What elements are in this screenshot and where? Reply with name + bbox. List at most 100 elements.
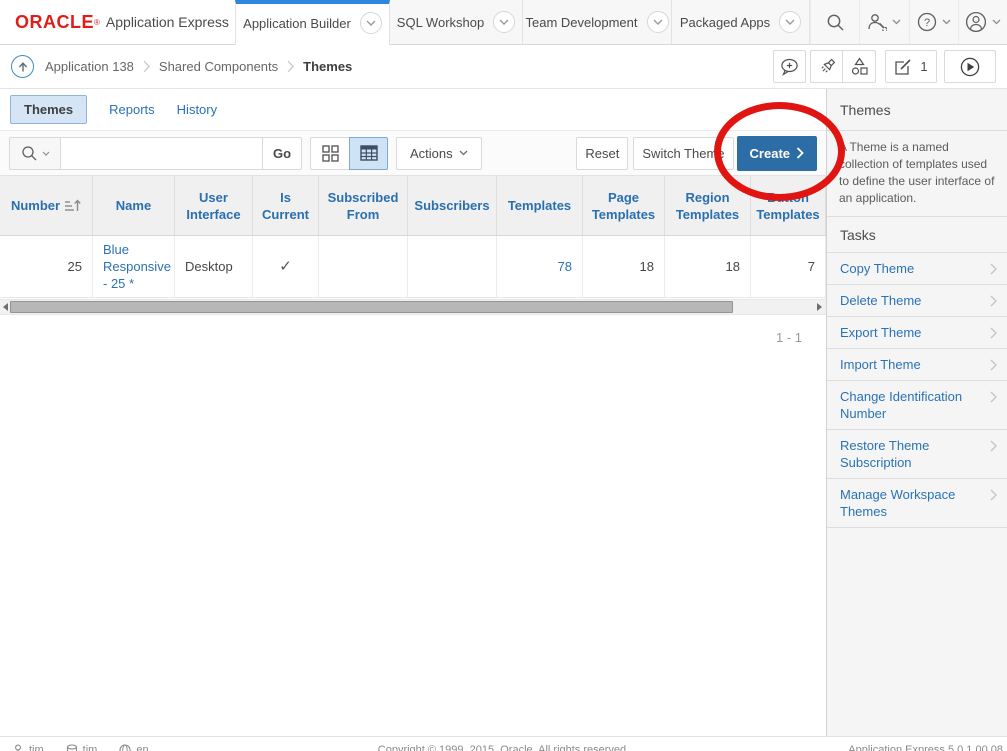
chevron-down-icon[interactable] [647, 11, 669, 33]
search-button[interactable] [810, 0, 859, 44]
help-menu[interactable]: ? [909, 0, 958, 44]
cell-page-templates: 18 [583, 236, 665, 297]
search-input[interactable] [61, 137, 263, 170]
cell-is-current: ✓ [253, 236, 319, 297]
col-region-templates[interactable]: Region Templates [665, 176, 751, 235]
scroll-left-arrow[interactable] [3, 303, 8, 311]
chevron-right-icon [990, 359, 997, 371]
tab-label: Application Builder [243, 16, 351, 31]
col-subscribed-from[interactable]: Subscribed From [319, 176, 408, 235]
col-templates[interactable]: Templates [497, 176, 583, 235]
chevron-right-icon [990, 263, 997, 275]
table-row: 25 Blue Responsive - 25 * Desktop ✓ 78 1… [0, 236, 826, 298]
administration-icon [867, 13, 887, 31]
tab-label: Team Development [526, 15, 638, 30]
brand-text: ORACLE [15, 12, 94, 33]
feedback-button[interactable] [773, 50, 806, 83]
col-user-interface[interactable]: User Interface [175, 176, 253, 235]
tab-history[interactable]: History [177, 102, 217, 117]
feedback-icon [780, 58, 800, 76]
chevron-down-icon[interactable] [360, 12, 382, 34]
page-action-buttons: 1 [773, 50, 996, 83]
chevron-down-icon [892, 19, 901, 25]
spotlight-icon [817, 57, 837, 77]
chevron-right-icon [796, 147, 804, 159]
breadcrumb-current: Themes [303, 59, 352, 74]
task-import-theme[interactable]: Import Theme [827, 349, 1007, 381]
cell-button-templates: 7 [751, 236, 826, 297]
chevron-right-icon [990, 295, 997, 307]
spotlight-button[interactable] [810, 50, 843, 83]
icon-view-button[interactable] [310, 137, 349, 170]
tab-themes[interactable]: Themes [10, 95, 87, 124]
col-is-current[interactable]: Is Current [253, 176, 319, 235]
go-button[interactable]: Go [263, 137, 302, 170]
tab-team-development[interactable]: Team Development [523, 0, 672, 45]
cell-number: 25 [0, 236, 93, 297]
col-name[interactable]: Name [93, 176, 175, 235]
reset-button[interactable]: Reset [576, 137, 628, 170]
footer-copyright: Copyright © 1999, 2015, Oracle. All righ… [0, 744, 1007, 751]
edit-page-button[interactable]: 1 [885, 50, 937, 83]
task-delete-theme[interactable]: Delete Theme [827, 285, 1007, 317]
svg-text:?: ? [924, 17, 930, 29]
search-icon [21, 145, 38, 162]
col-page-templates[interactable]: Page Templates [583, 176, 665, 235]
region-tabs: Themes Reports History [0, 89, 826, 131]
tab-sql-workshop[interactable]: SQL Workshop [390, 0, 523, 45]
task-restore-theme-subscription[interactable]: Restore Theme Subscription [827, 430, 1007, 479]
tab-application-builder[interactable]: Application Builder [235, 0, 390, 45]
tab-label: SQL Workshop [397, 15, 484, 30]
chevron-down-icon [992, 19, 1001, 25]
user-icon [965, 11, 987, 33]
create-button[interactable]: Create [737, 136, 817, 171]
col-button-templates[interactable]: Button Templates [751, 176, 826, 235]
run-icon [960, 57, 980, 77]
grid-view-icon [322, 145, 339, 162]
oracle-logo: ORACLE® Application Express [0, 0, 235, 45]
help-icon: ? [917, 12, 937, 32]
breadcrumb-shared-components[interactable]: Shared Components [159, 59, 278, 74]
chevron-down-icon[interactable] [493, 11, 515, 33]
report-view-button[interactable] [349, 137, 388, 170]
col-number[interactable]: Number [0, 176, 93, 235]
run-button[interactable] [944, 50, 996, 83]
tab-reports[interactable]: Reports [109, 102, 155, 117]
chevron-right-icon [990, 391, 997, 403]
top-header: ORACLE® Application Express Application … [0, 0, 1007, 45]
cell-templates[interactable]: 78 [497, 236, 583, 297]
scrollbar-thumb[interactable] [10, 301, 733, 313]
tab-packaged-apps[interactable]: Packaged Apps [672, 0, 810, 45]
switch-theme-button[interactable]: Switch Theme [633, 137, 733, 170]
search-column-selector[interactable] [9, 137, 61, 170]
task-change-identification-number[interactable]: Change Identification Number [827, 381, 1007, 430]
horizontal-scrollbar[interactable] [0, 299, 826, 315]
chevron-right-icon [990, 440, 997, 452]
chevron-down-icon [42, 151, 50, 156]
breadcrumb-application[interactable]: Application 138 [45, 59, 134, 74]
administration-menu[interactable] [859, 0, 908, 44]
report-toolbar: Go Actions Reset Switch Theme Create [0, 131, 826, 176]
actions-button[interactable]: Actions [396, 137, 482, 170]
shared-components-button[interactable] [843, 50, 876, 83]
report-view-icon [360, 145, 378, 161]
scroll-right-arrow[interactable] [817, 303, 822, 311]
task-copy-theme[interactable]: Copy Theme [827, 253, 1007, 285]
chevron-down-icon[interactable] [779, 11, 801, 33]
up-level-icon[interactable] [11, 55, 34, 78]
search-icon [826, 13, 845, 32]
tasks-title: Tasks [827, 217, 1007, 253]
breadcrumb-separator-icon [143, 60, 150, 73]
cell-name[interactable]: Blue Responsive - 25 * [93, 236, 175, 297]
chevron-right-icon [990, 489, 997, 501]
col-label: Number [11, 197, 60, 214]
col-subscribers[interactable]: Subscribers [408, 176, 497, 235]
task-manage-workspace-themes[interactable]: Manage Workspace Themes [827, 479, 1007, 528]
create-label: Create [750, 146, 790, 161]
chevron-down-icon [942, 19, 951, 25]
task-export-theme[interactable]: Export Theme [827, 317, 1007, 349]
breadcrumb-separator-icon [287, 60, 294, 73]
cell-subscribed-from [319, 236, 408, 297]
user-menu[interactable] [958, 0, 1007, 44]
sort-ascending-icon [64, 199, 81, 213]
